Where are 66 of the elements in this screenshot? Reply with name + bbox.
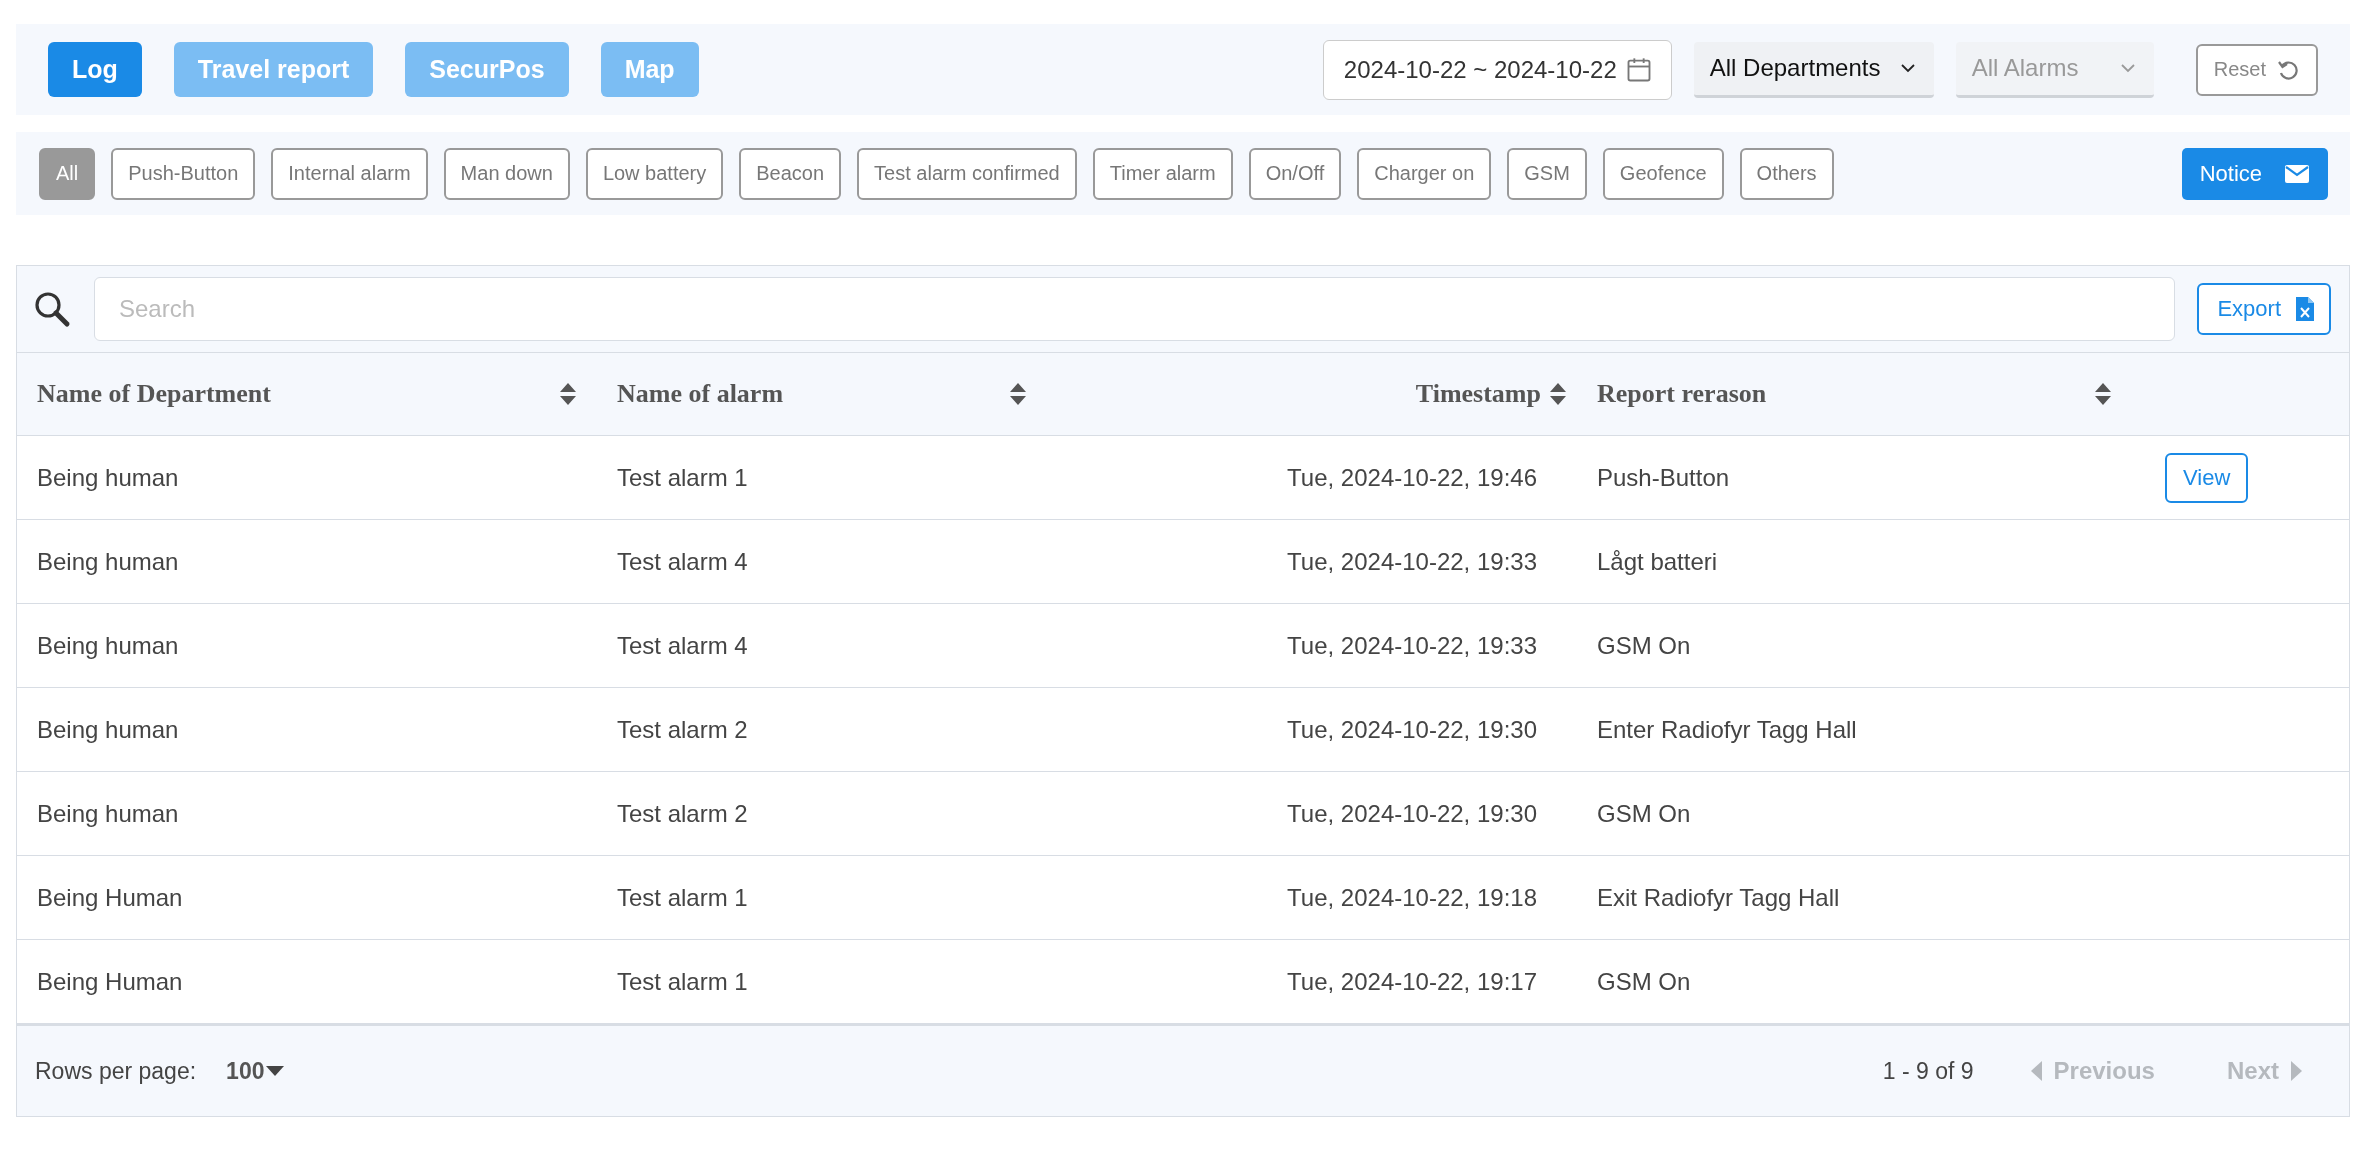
filter-chip[interactable]: Internal alarm — [271, 147, 428, 200]
rows-per-page-label: Rows per page: — [35, 1057, 197, 1085]
table-cell: Lågt batteri — [1597, 547, 1718, 576]
page-range: 1 - 9 of 9 — [1882, 1057, 1974, 1085]
table-cell: Test alarm 1 — [617, 463, 748, 492]
nav-tab[interactable]: Log — [48, 42, 142, 97]
table-cell: Test alarm 1 — [617, 883, 748, 912]
envelope-icon — [2284, 163, 2310, 184]
filter-chip[interactable]: All — [39, 147, 96, 200]
column-header[interactable]: Name of alarm — [617, 379, 784, 409]
table-cell: Push-Button — [1597, 463, 1730, 492]
table-cell: GSM On — [1597, 967, 1691, 996]
view-button[interactable]: View — [2165, 452, 2249, 503]
table-cell: Being human — [37, 463, 179, 492]
table-cell: Tue, 2024-10-22, 19:33 — [1287, 547, 1537, 576]
filter-chip[interactable]: Test alarm confirmed — [857, 147, 1077, 200]
department-dropdown[interactable]: All Departments — [1693, 41, 1934, 98]
filter-chip[interactable]: Low battery — [585, 147, 724, 200]
sort-icon — [559, 382, 577, 406]
column-header[interactable]: Timestamp — [1415, 379, 1541, 409]
filter-chip[interactable]: Geofence — [1602, 147, 1724, 200]
filter-chip[interactable]: Charger on — [1357, 147, 1492, 200]
filter-chip[interactable]: Man down — [443, 147, 570, 200]
table-cell: Tue, 2024-10-22, 19:18 — [1287, 883, 1537, 912]
table-cell: Being human — [37, 631, 179, 660]
table-cell: Enter Radiofyr Tagg Hall — [1597, 715, 1857, 744]
sort-icon — [1009, 382, 1027, 406]
caret-left-icon — [2029, 1061, 2042, 1081]
table-cell: Tue, 2024-10-22, 19:17 — [1287, 967, 1537, 996]
table-cell: Test alarm 4 — [617, 631, 748, 660]
sort-icon — [2094, 382, 2112, 406]
table-cell: Tue, 2024-10-22, 19:30 — [1287, 715, 1537, 744]
search-field[interactable]: Search — [94, 277, 2176, 341]
export-button[interactable]: Export — [2197, 283, 2331, 335]
table-cell: GSM On — [1597, 799, 1691, 828]
filter-chip[interactable]: Others — [1739, 147, 1834, 200]
caret-right-icon — [2291, 1061, 2303, 1081]
table-cell: Test alarm 2 — [617, 715, 748, 744]
column-header[interactable]: Report rerason — [1597, 379, 1767, 409]
filter-chip[interactable]: Timer alarm — [1092, 147, 1233, 200]
filter-chip[interactable]: GSM — [1507, 147, 1587, 200]
filter-chip[interactable]: Push-Button — [111, 147, 256, 200]
reset-button[interactable]: Reset — [2195, 43, 2318, 96]
notice-button[interactable]: Notice — [2181, 147, 2328, 200]
table-cell: Being human — [37, 715, 179, 744]
spreadsheet-file-icon — [2295, 296, 2315, 322]
table-cell: Test alarm 4 — [617, 547, 748, 576]
table-cell: Being Human — [37, 883, 183, 912]
table-cell: Exit Radiofyr Tagg Hall — [1597, 883, 1840, 912]
sort-icon — [1549, 382, 1567, 406]
table-cell: GSM On — [1597, 631, 1691, 660]
table-cell: Test alarm 2 — [617, 799, 748, 828]
table-cell: Test alarm 1 — [617, 967, 748, 996]
table-cell: Being Human — [37, 967, 183, 996]
filter-chip[interactable]: On/Off — [1248, 147, 1342, 200]
caret-down-icon — [266, 1065, 285, 1077]
table-cell: Tue, 2024-10-22, 19:46 — [1287, 463, 1537, 492]
table-cell: Tue, 2024-10-22, 19:33 — [1287, 631, 1537, 660]
column-header[interactable]: Name of Department — [37, 379, 271, 409]
filter-chip[interactable]: Beacon — [739, 147, 842, 200]
table-cell: Tue, 2024-10-22, 19:30 — [1287, 799, 1537, 828]
rows-per-page-dropdown[interactable]: 100 — [226, 1057, 285, 1085]
search-icon — [32, 289, 72, 329]
date-range-field[interactable]: 2024-10-22 ~ 2024-10-22 — [1322, 39, 1672, 100]
table-cell: Being human — [37, 547, 179, 576]
table-cell: Being human — [37, 799, 179, 828]
